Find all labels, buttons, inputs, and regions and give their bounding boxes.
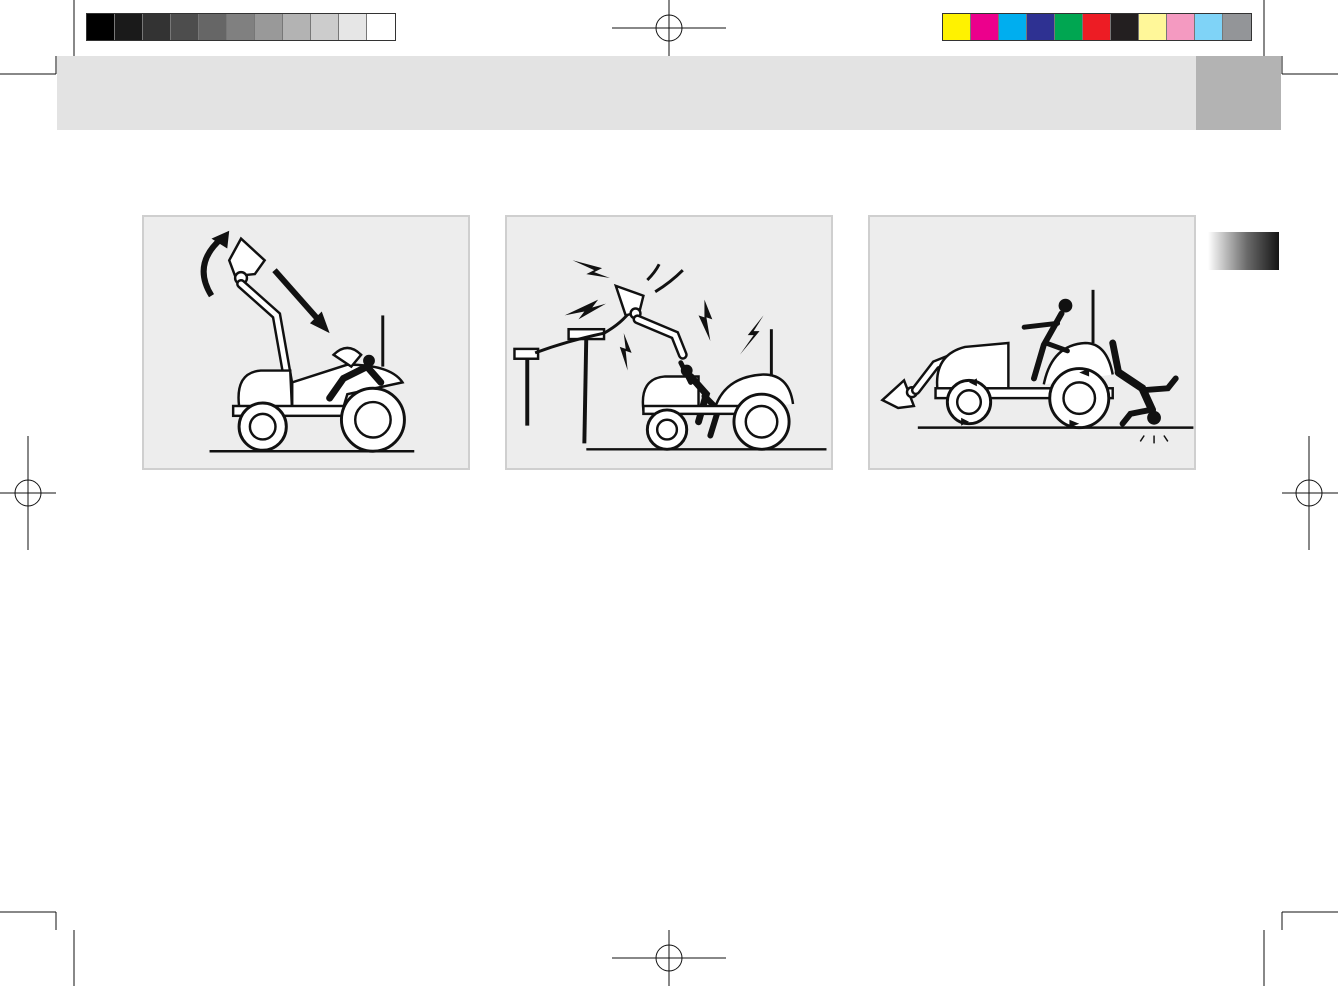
illustration-bucket-falling-on-operator [142,215,470,470]
header-band [57,56,1281,130]
tractor-bucket-falling-icon [200,230,415,453]
registration-target-left [0,436,56,550]
registration-target-right [1282,436,1338,550]
grayscale-swatch-1 [87,14,115,40]
process-swatch-8 [1139,14,1167,40]
registration-target-top [612,0,726,56]
process-color-bar [942,13,1252,41]
process-swatch-3 [999,14,1027,40]
process-swatch-9 [1167,14,1195,40]
process-swatch-7 [1111,14,1139,40]
grayscale-swatch-2 [115,14,143,40]
process-swatch-6 [1083,14,1111,40]
header-section-tab [1196,56,1281,130]
grayscale-swatch-3 [143,14,171,40]
electrocution-hazard-icon [513,260,827,451]
process-swatch-10 [1195,14,1223,40]
grayscale-swatch-7 [255,14,283,40]
illustration-loader-contacting-power-lines [505,215,833,470]
grayscale-swatch-4 [171,14,199,40]
process-swatch-11 [1223,14,1251,40]
grayscale-swatch-9 [311,14,339,40]
grayscale-swatch-8 [283,14,311,40]
illustration-bystander-run-over-by-tractor [868,215,1196,470]
grayscale-swatch-5 [199,14,227,40]
chapter-thumb-tab [1208,232,1279,270]
grayscale-swatch-6 [227,14,255,40]
registration-target-bottom [612,930,726,986]
process-swatch-1 [943,14,971,40]
runover-hazard-icon [880,289,1194,444]
process-swatch-2 [971,14,999,40]
process-swatch-5 [1055,14,1083,40]
printer-crop-marks [0,0,1338,986]
grayscale-swatch-10 [339,14,367,40]
grayscale-swatch-11 [367,14,395,40]
process-swatch-4 [1027,14,1055,40]
grayscale-color-bar [86,13,396,41]
